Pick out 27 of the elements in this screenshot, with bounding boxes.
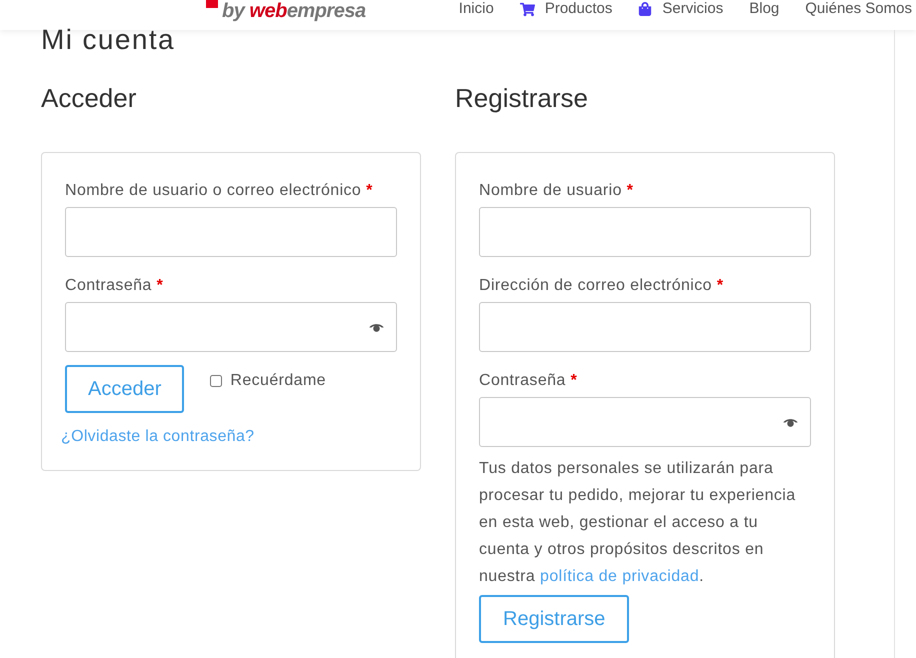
eye-icon[interactable]	[783, 418, 798, 426]
shopping-bag-icon	[638, 2, 652, 16]
nav-link[interactable]: Quiénes Somos	[805, 0, 912, 18]
eye-icon[interactable]	[369, 322, 384, 332]
field-label: Dirección de correo electrónico *	[479, 276, 724, 296]
cart-icon	[520, 2, 535, 16]
section-title: Acceder	[41, 82, 138, 114]
remember-label[interactable]: Recuérdame	[230, 369, 326, 393]
input-field[interactable]	[65, 207, 397, 257]
nav-link[interactable]: Servicios	[638, 0, 724, 18]
page-title: Mi cuenta	[41, 25, 176, 55]
nav-link[interactable]: Blog	[749, 0, 780, 18]
field-label: Nombre de usuario *	[479, 181, 634, 201]
password-field[interactable]	[479, 397, 811, 447]
field-label: Contraseña *	[65, 276, 164, 296]
field-label: Contraseña *	[479, 371, 578, 391]
brand-logo[interactable]: by webempresa	[222, 0, 366, 22]
field-label: Nombre de usuario o correo electrónico *	[65, 181, 374, 201]
nav-link[interactable]: Inicio	[458, 0, 494, 18]
nav-link[interactable]: Productos	[520, 0, 612, 18]
input-field[interactable]	[479, 302, 811, 352]
privacy-notice: Tus datos personales se utilizarán para procesar tu pedido, mejorar tu experiencia en esta web, gestionar el acceso a tu cuenta y otros propósitos descritos en nuestra política de privacidad.	[479, 459, 797, 587]
logo-mark-icon	[206, 0, 218, 8]
remember-checkbox[interactable]	[210, 375, 222, 387]
input-field[interactable]	[479, 207, 811, 257]
section-title: Registrarse	[455, 82, 589, 114]
password-field[interactable]	[65, 302, 397, 352]
